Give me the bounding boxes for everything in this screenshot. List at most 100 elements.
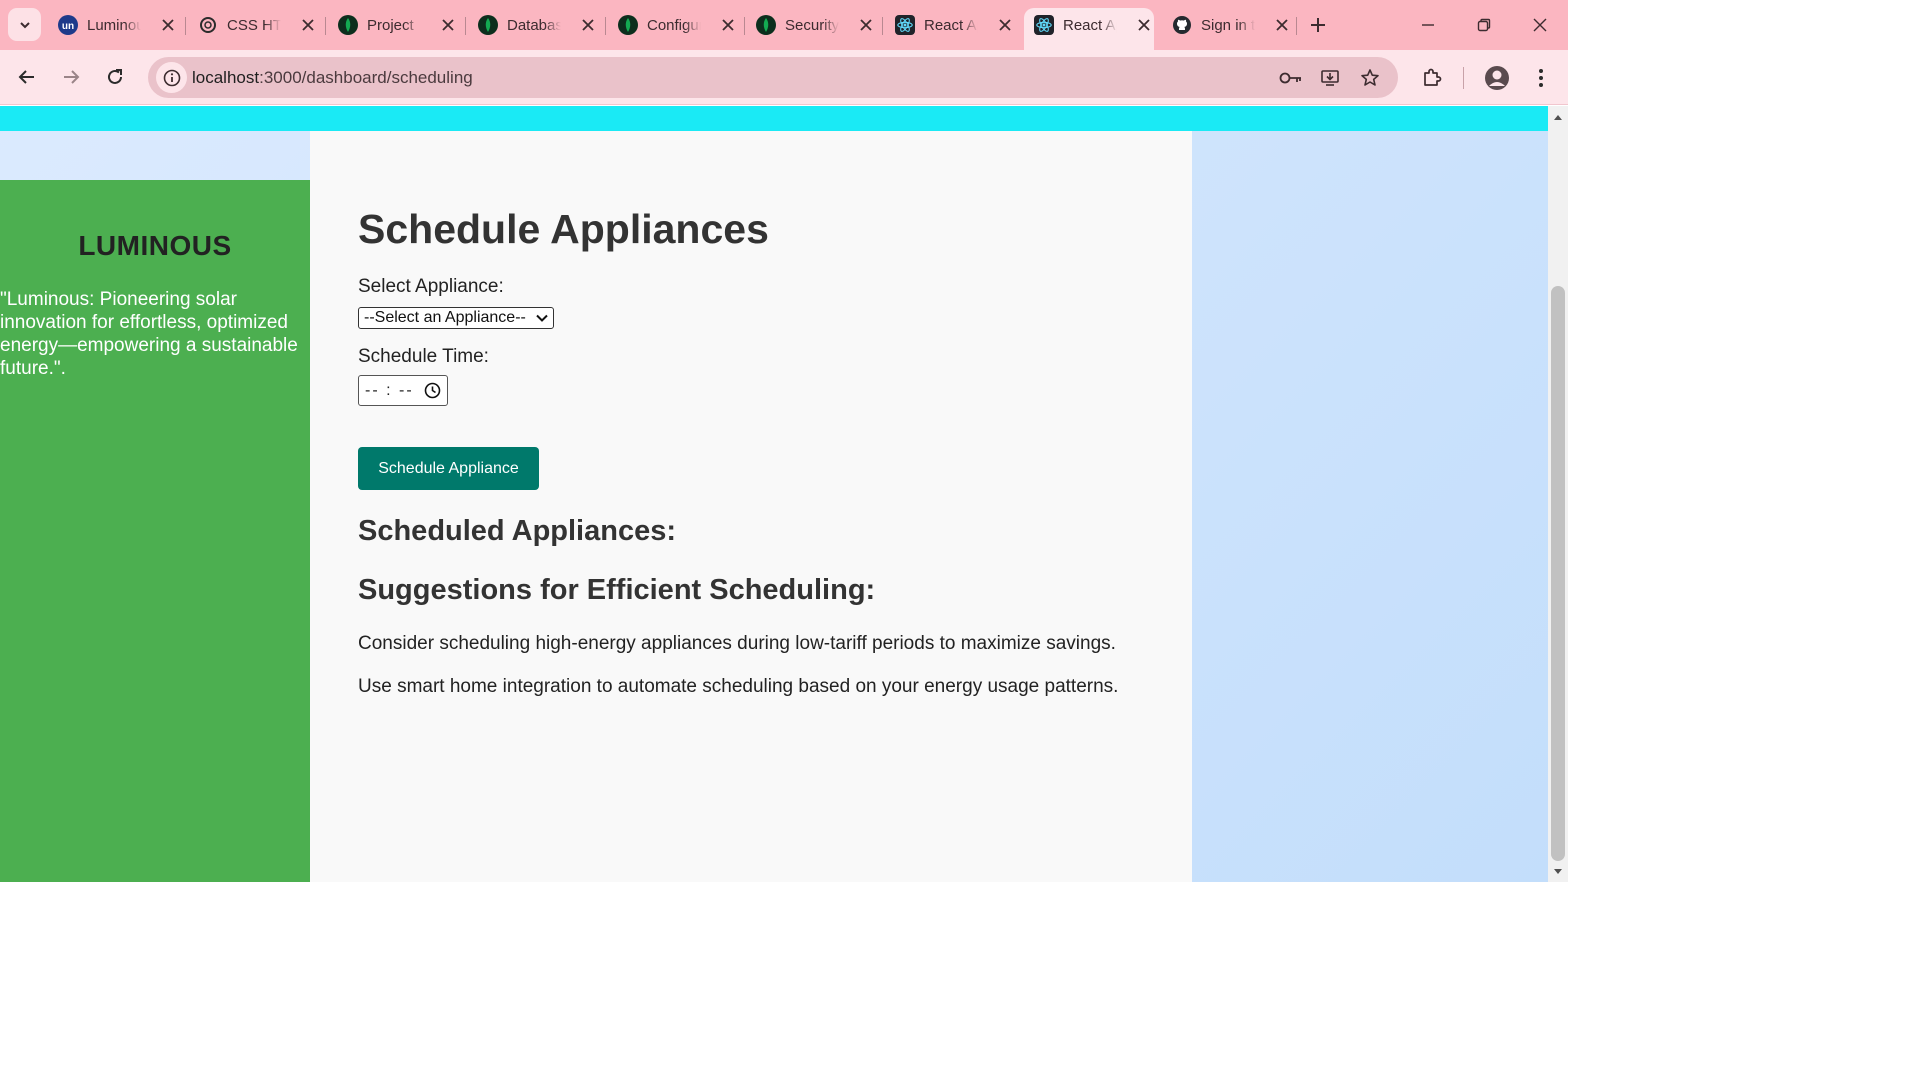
extensions-button[interactable] — [1417, 63, 1447, 93]
address-bar[interactable]: localhost:3000/dashboard/scheduling — [148, 57, 1398, 98]
tab-separator — [325, 17, 326, 35]
mongodb-leaf-icon — [618, 15, 638, 35]
browser-tab[interactable]: Project — [328, 8, 464, 42]
schedule-time-label: Schedule Time: — [358, 346, 489, 367]
info-icon — [163, 69, 180, 86]
reload-button[interactable] — [100, 62, 130, 92]
svg-text:un: un — [62, 21, 74, 32]
scroll-thumb[interactable] — [1551, 286, 1565, 861]
caret-down-icon — [1554, 869, 1562, 874]
mongodb-leaf-icon — [478, 15, 498, 35]
bookmark-button[interactable] — [1357, 65, 1383, 91]
un-logo-icon: un — [58, 15, 78, 35]
appliance-label: Select Appliance: — [358, 276, 504, 297]
forward-button[interactable] — [56, 62, 86, 92]
browser-toolbar: localhost:3000/dashboard/scheduling — [0, 50, 1568, 105]
tab-separator — [1296, 17, 1297, 35]
tab-search-button[interactable] — [8, 8, 41, 41]
key-icon — [1279, 72, 1301, 84]
puzzle-icon — [1424, 68, 1442, 86]
browser-tab[interactable]: un Luminous — [48, 8, 184, 42]
scroll-up-arrow[interactable] — [1552, 111, 1564, 123]
suggestion-item: Use smart home integration to automate s… — [358, 676, 1119, 697]
kebab-menu-icon — [1539, 69, 1543, 87]
minimize-button[interactable] — [1412, 10, 1444, 40]
suggestion-item: Consider scheduling high-energy applianc… — [358, 633, 1116, 654]
brand-tagline: "Luminous: Pioneering solar innovation f… — [0, 289, 298, 379]
minimize-icon — [1422, 24, 1434, 26]
page-scrollbar[interactable] — [1548, 106, 1568, 882]
close-icon[interactable] — [299, 16, 317, 34]
mongodb-leaf-icon — [338, 15, 358, 35]
back-button[interactable] — [12, 62, 42, 92]
sidebar: LUMINOUS "Luminous: Pioneering solar inn… — [0, 180, 310, 882]
close-icon[interactable] — [996, 16, 1014, 34]
toolbar-separator — [1463, 67, 1464, 89]
time-placeholder: -- : -- — [365, 381, 414, 399]
schedule-time-input[interactable]: -- : -- — [358, 375, 448, 406]
url-host: localhost — [192, 68, 260, 87]
close-icon[interactable] — [857, 16, 875, 34]
url-text: localhost:3000/dashboard/scheduling — [192, 68, 473, 88]
install-icon — [1321, 70, 1339, 86]
mongodb-leaf-icon — [756, 15, 776, 35]
browser-menu-button[interactable] — [1526, 63, 1556, 93]
chatgpt-icon — [198, 15, 218, 35]
clock-icon[interactable] — [424, 382, 441, 399]
close-icon[interactable] — [719, 16, 737, 34]
browser-tab[interactable]: Security — [746, 8, 882, 42]
tab-title: Project — [367, 16, 414, 34]
star-icon — [1361, 69, 1379, 86]
close-icon[interactable] — [1273, 16, 1291, 34]
browser-tab[interactable]: Configure — [608, 8, 744, 42]
react-icon — [1034, 15, 1054, 35]
arrow-left-icon — [18, 70, 34, 84]
browser-tab[interactable]: Sign in to GitHub — [1162, 8, 1298, 42]
browser-tab-bar: un Luminous CSS HTML Project Database — [0, 0, 1568, 50]
brand-title: LUMINOUS — [78, 230, 232, 261]
restore-button[interactable] — [1468, 10, 1500, 40]
github-icon — [1172, 15, 1192, 35]
schedule-appliance-button[interactable]: Schedule Appliance — [358, 447, 539, 490]
tab-title: Sign in to GitHub — [1201, 16, 1255, 34]
appliance-select-value: --Select an Appliance-- — [364, 309, 526, 326]
scheduled-appliances-heading: Scheduled Appliances: — [358, 515, 676, 547]
close-icon[interactable] — [159, 16, 177, 34]
page-title: Schedule Appliances — [358, 206, 769, 252]
tab-separator — [882, 17, 883, 35]
tab-title: Luminous — [87, 16, 141, 34]
arrow-right-icon — [64, 70, 80, 84]
url-path: :3000/dashboard/scheduling — [259, 68, 473, 87]
avatar-icon — [1485, 66, 1509, 90]
tab-title: React App — [1063, 16, 1117, 34]
page-viewport: LUMINOUS "Luminous: Pioneering solar inn… — [0, 106, 1548, 882]
chevron-down-icon — [536, 314, 548, 322]
new-tab-button[interactable] — [1305, 12, 1331, 38]
react-icon — [895, 15, 915, 35]
tab-title: Security — [785, 16, 839, 34]
tab-separator — [465, 17, 466, 35]
password-key-button[interactable] — [1278, 65, 1304, 91]
plus-icon — [1311, 18, 1325, 32]
close-icon[interactable] — [1135, 16, 1153, 34]
reload-icon — [108, 69, 122, 84]
top-header-strip — [0, 106, 1548, 131]
install-app-button[interactable] — [1317, 65, 1343, 91]
schedule-panel: Schedule Appliances Select Appliance: --… — [310, 131, 1192, 882]
appliance-select[interactable]: --Select an Appliance-- — [358, 307, 554, 329]
browser-tab[interactable]: React App — [885, 8, 1021, 42]
caret-up-icon — [1554, 115, 1562, 120]
browser-tab-active[interactable]: React App — [1024, 8, 1154, 50]
browser-tab[interactable]: CSS HTML — [188, 8, 324, 42]
close-icon[interactable] — [579, 16, 597, 34]
tab-title: Configure — [647, 16, 701, 34]
close-window-button[interactable] — [1524, 10, 1556, 40]
tab-separator — [185, 17, 186, 35]
suggestions-heading: Suggestions for Efficient Scheduling: — [358, 574, 876, 606]
browser-tab[interactable]: Database — [468, 8, 604, 42]
close-icon[interactable] — [439, 16, 457, 34]
site-info-button[interactable] — [156, 62, 187, 93]
scroll-down-arrow[interactable] — [1552, 866, 1564, 878]
profile-button[interactable] — [1482, 63, 1512, 93]
tab-title: CSS HTML — [227, 16, 281, 34]
